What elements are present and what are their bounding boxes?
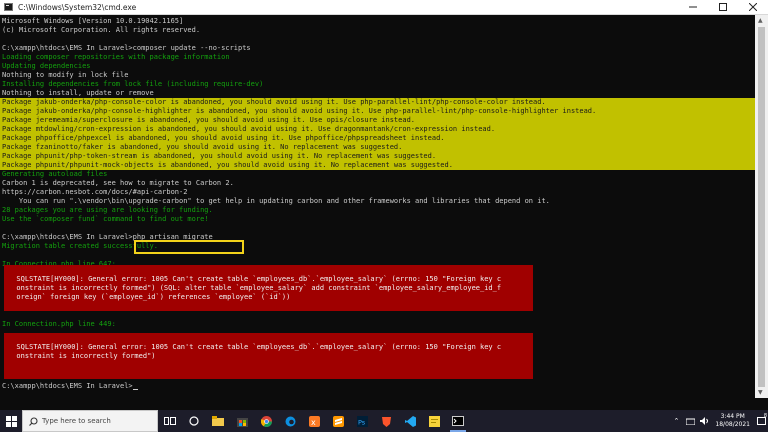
xampp-icon: x — [308, 415, 320, 427]
cmd-icon — [4, 3, 13, 11]
highlight-box — [134, 240, 244, 254]
console-output[interactable]: Microsoft Windows [Version 10.0.19042.11… — [0, 15, 755, 398]
window-title: C:\Windows\System32\cmd.exe — [18, 2, 137, 12]
error-line: onstraint is incorrectly formed") — [8, 352, 156, 360]
notification-center[interactable]: 8 — [754, 410, 768, 432]
close-button[interactable] — [738, 0, 768, 14]
taskbar-brave[interactable] — [374, 410, 398, 432]
maximize-icon — [719, 3, 727, 11]
volume-icon[interactable] — [697, 410, 711, 432]
sticky-note-icon — [428, 415, 440, 427]
error-line: onstraint is incorrectly formed") (SQL: … — [8, 284, 502, 292]
search-placeholder: Type here to search — [42, 417, 111, 425]
error-line — [4, 266, 8, 275]
system-tray: ⌃ 3:44 PM 18/08/2021 8 — [669, 410, 768, 432]
console-warning-line: Package phpunit/php-token-stream is aban… — [0, 152, 755, 161]
error-line — [4, 302, 8, 311]
edge-icon — [285, 416, 295, 426]
clock-date: 18/08/2021 — [715, 421, 750, 428]
network-icon[interactable] — [683, 410, 697, 432]
console-warning-line: Package phpoffice/phpexcel is abandoned,… — [0, 134, 755, 143]
task-view-icon — [164, 417, 176, 425]
sublime-text-icon — [332, 415, 344, 427]
taskbar: Type here to search x Ps ⌃ 3:44 PM 18/08… — [0, 410, 768, 432]
taskbar-xampp[interactable]: x — [302, 410, 326, 432]
taskbar-file-explorer[interactable] — [206, 410, 230, 432]
console-prompt: C:\xampp\htdocs\EMS In Laravel> — [2, 382, 133, 390]
terminal-icon — [452, 416, 464, 426]
minimize-button[interactable] — [678, 0, 708, 14]
tray-overflow-icon[interactable]: ⌃ — [669, 410, 683, 432]
scrollbar[interactable]: ▲ ▼ — [755, 15, 768, 398]
console-line: 28 packages you are using are looking fo… — [2, 206, 213, 214]
console-warning-line: Package phpunit/phpunit-mock-objects is … — [0, 161, 755, 170]
chrome-icon — [260, 415, 272, 427]
taskbar-sticky-notes[interactable] — [422, 410, 446, 432]
folder-icon — [212, 416, 224, 426]
console-line: Updating dependencies — [2, 62, 91, 70]
taskbar-store[interactable] — [230, 410, 254, 432]
svg-text:Ps: Ps — [358, 418, 366, 426]
window-controls — [678, 0, 768, 14]
store-icon — [236, 417, 248, 427]
error-line — [4, 334, 8, 343]
console-line: Nothing to install, update or remove — [2, 89, 154, 97]
vscode-icon — [404, 415, 416, 427]
scroll-down-icon[interactable]: ▼ — [758, 389, 763, 396]
console-line: Loading composer repositories with packa… — [2, 53, 230, 61]
console-warning-line: Package mtdowling/cron-expression is aba… — [0, 125, 755, 134]
error-block-1: SQLSTATE[HY000]: General error: 1005 Can… — [4, 265, 533, 311]
console-prompt-line[interactable]: C:\xampp\htdocs\EMS In Laravel> — [0, 382, 138, 391]
clock-time: 3:44 PM — [720, 413, 745, 420]
taskbar-vscode[interactable] — [398, 410, 422, 432]
cortana-icon — [189, 416, 199, 426]
error-line: SQLSTATE[HY000]: General error: 1005 Can… — [8, 343, 502, 351]
minimize-icon — [689, 6, 697, 8]
notification-count: 8 — [763, 413, 767, 419]
window-titlebar[interactable]: C:\Windows\System32\cmd.exe — [0, 0, 768, 15]
console-warning-line: Package jeremeamia/superclosure is aband… — [0, 116, 755, 125]
console-line: Nothing to modify in lock file — [2, 71, 129, 79]
start-button[interactable] — [0, 410, 22, 432]
taskbar-cortana[interactable] — [182, 410, 206, 432]
console-line: Generating autoload files — [2, 170, 108, 178]
maximize-button[interactable] — [708, 0, 738, 14]
console-line: (c) Microsoft Corporation. All rights re… — [2, 26, 201, 34]
console-line: https://carbon.nesbot.com/docs/#api-carb… — [2, 188, 188, 196]
console-line: C:\xampp\htdocs\EMS In Laravel>composer … — [2, 44, 251, 52]
clock[interactable]: 3:44 PM 18/08/2021 — [715, 413, 750, 429]
console-line-in-connection-449: In Connection.php line 449: — [2, 320, 116, 328]
taskbar-chrome[interactable] — [254, 410, 278, 432]
console-line: You can run ".\vendor\bin\upgrade-carbon… — [2, 197, 550, 205]
error-line — [4, 361, 8, 370]
error-block-2: SQLSTATE[HY000]: General error: 1005 Can… — [4, 333, 533, 379]
close-icon — [749, 3, 757, 11]
taskbar-task-view[interactable] — [158, 410, 182, 432]
error-line: SQLSTATE[HY000]: General error: 1005 Can… — [8, 275, 502, 283]
search-icon — [29, 416, 38, 426]
text-cursor — [132, 389, 138, 390]
svg-text:x: x — [311, 418, 316, 427]
console-line: Carbon 1 is deprecated, see how to migra… — [2, 179, 234, 187]
taskbar-search[interactable]: Type here to search — [22, 410, 158, 432]
taskbar-sublime[interactable] — [326, 410, 350, 432]
taskbar-edge[interactable] — [278, 410, 302, 432]
console-warning-line: Package jakub-onderka/php-console-highli… — [0, 107, 755, 116]
console-warning-line: Package jakub-onderka/php-console-color … — [0, 98, 755, 107]
windows-logo-icon — [5, 415, 17, 427]
brave-icon — [381, 416, 391, 427]
taskbar-photoshop[interactable]: Ps — [350, 410, 374, 432]
console-warning-line: Package fzaninotto/faker is abandoned, y… — [0, 143, 755, 152]
console-line: Microsoft Windows [Version 10.0.19042.11… — [2, 17, 184, 25]
scroll-up-icon[interactable]: ▲ — [758, 17, 763, 24]
photoshop-icon: Ps — [356, 415, 368, 427]
taskbar-cmd[interactable] — [446, 410, 470, 432]
error-line: oreign` foreign key (`employee_id`) refe… — [8, 293, 291, 301]
console-line: Use the `composer fund` command to find … — [2, 215, 209, 223]
console-line: Installing dependencies from lock file (… — [2, 80, 264, 88]
scrollbar-thumb[interactable] — [758, 27, 765, 387]
